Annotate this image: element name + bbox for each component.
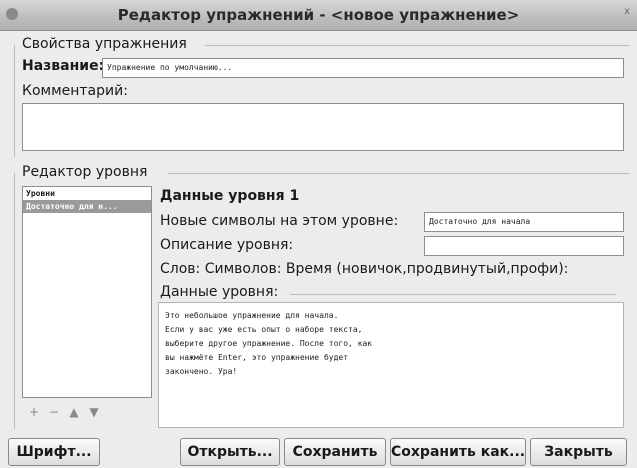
level-data-separator [290,294,616,295]
level-title: Данные уровня 1 [160,188,300,204]
save-button[interactable]: Сохранить [284,438,386,466]
level-list-header: Уровни [26,189,55,198]
name-input[interactable]: Упражнение по умолчанию... [102,58,624,78]
window-title: Редактор упражнений - <новое упражнение> [117,6,520,24]
close-button[interactable]: Закрыть [530,438,627,466]
save-as-button[interactable]: Сохранить как... [390,438,526,466]
description-label: Описание уровня: [160,237,294,253]
new-symbols-label: Новые символы на этом уровне: [160,213,399,229]
move-down-icon[interactable]: ▼ [86,404,102,420]
window-close-icon[interactable]: x [624,6,630,17]
properties-section-title: Свойства упражнения [22,36,187,52]
level-editor-frame-top [168,173,629,174]
level-list-item[interactable]: Достаточно для н... [23,200,151,213]
remove-icon[interactable]: − [46,404,62,420]
properties-frame-left [14,45,15,157]
new-symbols-input[interactable]: Достаточно для начала [424,212,624,232]
move-up-icon[interactable]: ▲ [66,404,82,420]
font-button[interactable]: Шрифт... [8,438,100,466]
open-button[interactable]: Открыть... [180,438,280,466]
level-data-label: Данные уровня: [160,284,279,300]
title-bar[interactable]: Редактор упражнений - <новое упражнение>… [0,0,637,31]
description-input[interactable] [424,236,624,256]
name-label: Название: [22,58,105,74]
comment-label: Комментарий: [22,83,128,99]
level-stats: Слов: Символов: Время (новичок,продвинут… [160,261,569,277]
level-editor-frame-left [14,173,15,429]
comment-textarea[interactable] [22,103,624,151]
level-data-textarea[interactable]: Это небольшое упражнение для начала. Есл… [158,302,624,428]
properties-frame-top [205,45,629,46]
level-list[interactable]: Уровни Достаточно для н... [22,186,152,398]
add-icon[interactable]: + [26,404,42,420]
level-editor-section-title: Редактор уровня [22,164,148,180]
